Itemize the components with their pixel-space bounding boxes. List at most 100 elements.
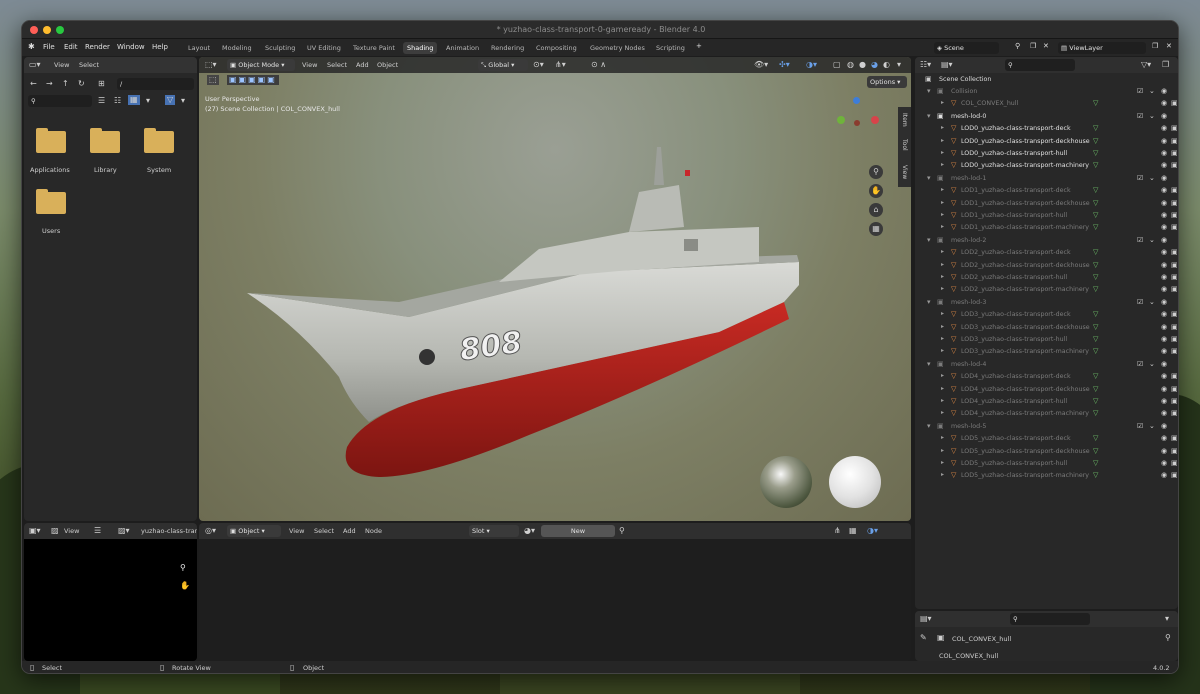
navigation-gizmo[interactable] xyxy=(832,97,882,147)
camera-icon[interactable]: ▣ xyxy=(1171,273,1178,281)
outliner-object-row[interactable]: ▸ ▽ LOD5_yuzhao-class-transport-hull ▽ ◉ ▣ xyxy=(915,458,1178,470)
outliner-object-row[interactable]: ▸ ▽ LOD0_yuzhao-class-transport-machinery ▽… xyxy=(915,160,1178,172)
tab-sculpting[interactable]: Sculpting xyxy=(261,42,299,54)
tab-modeling[interactable]: Modeling xyxy=(218,42,256,54)
outliner-object-row[interactable]: ▸ ▽ LOD3_yuzhao-class-transport-deckhouse ▽… xyxy=(915,322,1178,334)
outliner-object-row[interactable]: ▸ ▽ LOD3_yuzhao-class-transport-machinery ▽… xyxy=(915,346,1178,358)
eye-icon[interactable]: ◉ xyxy=(1161,422,1167,430)
tool-properties-icon[interactable]: ✎ xyxy=(920,633,927,643)
camera-icon[interactable]: ▣ xyxy=(1171,385,1178,393)
short-list-icon[interactable]: ☷ xyxy=(114,96,121,106)
eye-icon[interactable]: ◉ xyxy=(1161,261,1167,269)
camera-icon[interactable]: ▣ xyxy=(1171,124,1178,132)
view-layer-selector[interactable]: ▤ ViewLayer xyxy=(1058,42,1146,54)
outliner-object-row[interactable]: ▸ ▽ LOD1_yuzhao-class-transport-machinery ▽… xyxy=(915,222,1178,234)
eye-icon[interactable]: ◉ xyxy=(1161,199,1167,207)
expand-arrow-icon[interactable]: ▸ xyxy=(941,137,944,144)
image-browse-icon[interactable]: ▨▾ xyxy=(118,526,130,536)
image-canvas[interactable] xyxy=(24,539,197,661)
expand-arrow-icon[interactable]: ▸ xyxy=(941,385,944,392)
sidebar-tab-item[interactable]: Item xyxy=(901,113,908,127)
outliner-object-row[interactable]: ▸ ▽ LOD5_yuzhao-class-transport-deck ▽ ◉ ▣ xyxy=(915,433,1178,445)
select-toggle-icon[interactable]: ⌄ xyxy=(1149,87,1155,95)
eye-icon[interactable]: ◉ xyxy=(1161,298,1167,306)
sort-dropdown-icon[interactable]: ▾ xyxy=(146,96,150,106)
camera-icon[interactable]: ▣ xyxy=(1171,409,1178,417)
checkbox-icon[interactable]: ☑ xyxy=(1137,422,1143,430)
display-mode-icon[interactable]: ▤▾ xyxy=(941,60,953,70)
camera-icon[interactable]: ▣ xyxy=(1171,161,1178,169)
expand-arrow-icon[interactable]: ▸ xyxy=(941,397,944,404)
camera-icon[interactable]: ▣ xyxy=(1171,223,1178,231)
outliner-object-row[interactable]: ▸ ▽ COL_CONVEX_hull ▽ ◉ ▣ xyxy=(915,98,1178,110)
file-menu-select[interactable]: Select xyxy=(79,61,99,69)
checkbox-icon[interactable]: ☑ xyxy=(1137,112,1143,120)
expand-arrow-icon[interactable]: ▸ xyxy=(941,471,944,478)
material-browse-icon[interactable]: ◕▾ xyxy=(524,526,535,536)
filter-icon[interactable]: ▽▾ xyxy=(1141,60,1151,70)
camera-icon[interactable]: ▣ xyxy=(1171,434,1178,442)
eye-icon[interactable]: ◉ xyxy=(1161,211,1167,219)
new-collection-icon[interactable]: ❐ xyxy=(1162,60,1169,70)
node-menu-view[interactable]: View xyxy=(289,527,304,535)
expand-arrow-icon[interactable]: ▾ xyxy=(927,174,931,182)
outliner-object-row[interactable]: ▸ ▽ LOD2_yuzhao-class-transport-hull ▽ ◉ ▣ xyxy=(915,272,1178,284)
expand-arrow-icon[interactable]: ▾ xyxy=(927,87,931,95)
node-menu-add[interactable]: Add xyxy=(343,527,356,535)
eye-icon[interactable]: ◉ xyxy=(1161,161,1167,169)
delete-scene-icon[interactable]: ✕ xyxy=(1043,42,1049,50)
scene-selector[interactable]: ◈ Scene xyxy=(934,42,999,54)
eye-icon[interactable]: ◉ xyxy=(1161,397,1167,405)
expand-arrow-icon[interactable]: ▸ xyxy=(941,372,944,379)
node-menu-node[interactable]: Node xyxy=(365,527,382,535)
eye-icon[interactable]: ◉ xyxy=(1161,99,1167,107)
outliner-object-row[interactable]: ▸ ▽ LOD4_yuzhao-class-transport-deck ▽ ◉ ▣ xyxy=(915,371,1178,383)
expand-arrow-icon[interactable]: ▸ xyxy=(941,223,944,230)
select-toggle-icon[interactable]: ⌄ xyxy=(1149,298,1155,306)
snap-node-icon[interactable]: ⋔ xyxy=(834,526,841,536)
blender-logo-icon[interactable]: ✱ xyxy=(28,42,35,51)
camera-icon[interactable]: ▣ xyxy=(1171,149,1178,157)
node-menu-select[interactable]: Select xyxy=(314,527,334,535)
tab-rendering[interactable]: Rendering xyxy=(487,42,528,54)
tab-texture-paint[interactable]: Texture Paint xyxy=(349,42,399,54)
outliner-object-row[interactable]: ▸ ▽ LOD5_yuzhao-class-transport-machinery ▽… xyxy=(915,470,1178,482)
eye-icon[interactable]: ◉ xyxy=(1161,434,1167,442)
file-menu-view[interactable]: View xyxy=(54,61,69,69)
camera-icon[interactable]: ▣ xyxy=(1171,347,1178,355)
sidebar-tab-tool[interactable]: Tool xyxy=(901,139,908,151)
outliner-collection-row[interactable]: ▾ ▣ mesh-lod-5 ☑ ⌄ ◉ xyxy=(915,421,1173,433)
eye-icon[interactable]: ◉ xyxy=(1161,372,1167,380)
tab-layout[interactable]: Layout xyxy=(184,42,214,54)
outliner-search-input[interactable]: ⚲ xyxy=(1005,59,1075,71)
expand-arrow-icon[interactable]: ▸ xyxy=(941,273,944,280)
expand-arrow-icon[interactable]: ▸ xyxy=(941,285,944,292)
checkbox-icon[interactable]: ☑ xyxy=(1137,360,1143,368)
zoom-icon[interactable]: ⚲ xyxy=(180,563,186,573)
expand-arrow-icon[interactable]: ▸ xyxy=(941,347,944,354)
outliner-object-row[interactable]: ▸ ▽ LOD2_yuzhao-class-transport-deckhouse ▽… xyxy=(915,260,1178,272)
outliner-object-row[interactable]: ▸ ▽ LOD0_yuzhao-class-transport-deckhouse ▽… xyxy=(915,136,1178,148)
eye-icon[interactable]: ◉ xyxy=(1161,471,1167,479)
delete-view-layer-icon[interactable]: ✕ xyxy=(1166,42,1172,50)
image-editor-type-icon[interactable]: ▣▾ xyxy=(29,526,41,536)
camera-icon[interactable]: ▣ xyxy=(1171,471,1178,479)
gizmo-y-axis[interactable] xyxy=(837,116,845,124)
expand-arrow-icon[interactable]: ▸ xyxy=(941,310,944,317)
camera-icon[interactable]: ▣ xyxy=(1171,397,1178,405)
camera-icon[interactable]: ▣ xyxy=(1171,137,1178,145)
expand-arrow-icon[interactable]: ▸ xyxy=(941,149,944,156)
forward-arrow-icon[interactable]: → xyxy=(46,79,53,89)
select-toggle-icon[interactable]: ⌄ xyxy=(1149,236,1155,244)
outliner-object-row[interactable]: ▸ ▽ LOD1_yuzhao-class-transport-deck ▽ ◉ ▣ xyxy=(915,185,1178,197)
new-folder-icon[interactable]: ⊞ xyxy=(98,79,105,89)
menu-render[interactable]: Render xyxy=(85,43,110,51)
file-search-input[interactable]: ⚲ xyxy=(28,95,92,107)
eye-icon[interactable]: ◉ xyxy=(1161,360,1167,368)
select-toggle-icon[interactable]: ⌄ xyxy=(1149,360,1155,368)
eye-icon[interactable]: ◉ xyxy=(1161,248,1167,256)
eye-icon[interactable]: ◉ xyxy=(1161,236,1167,244)
eye-icon[interactable]: ◉ xyxy=(1161,285,1167,293)
expand-arrow-icon[interactable]: ▾ xyxy=(927,360,931,368)
expand-arrow-icon[interactable]: ▸ xyxy=(941,124,944,131)
